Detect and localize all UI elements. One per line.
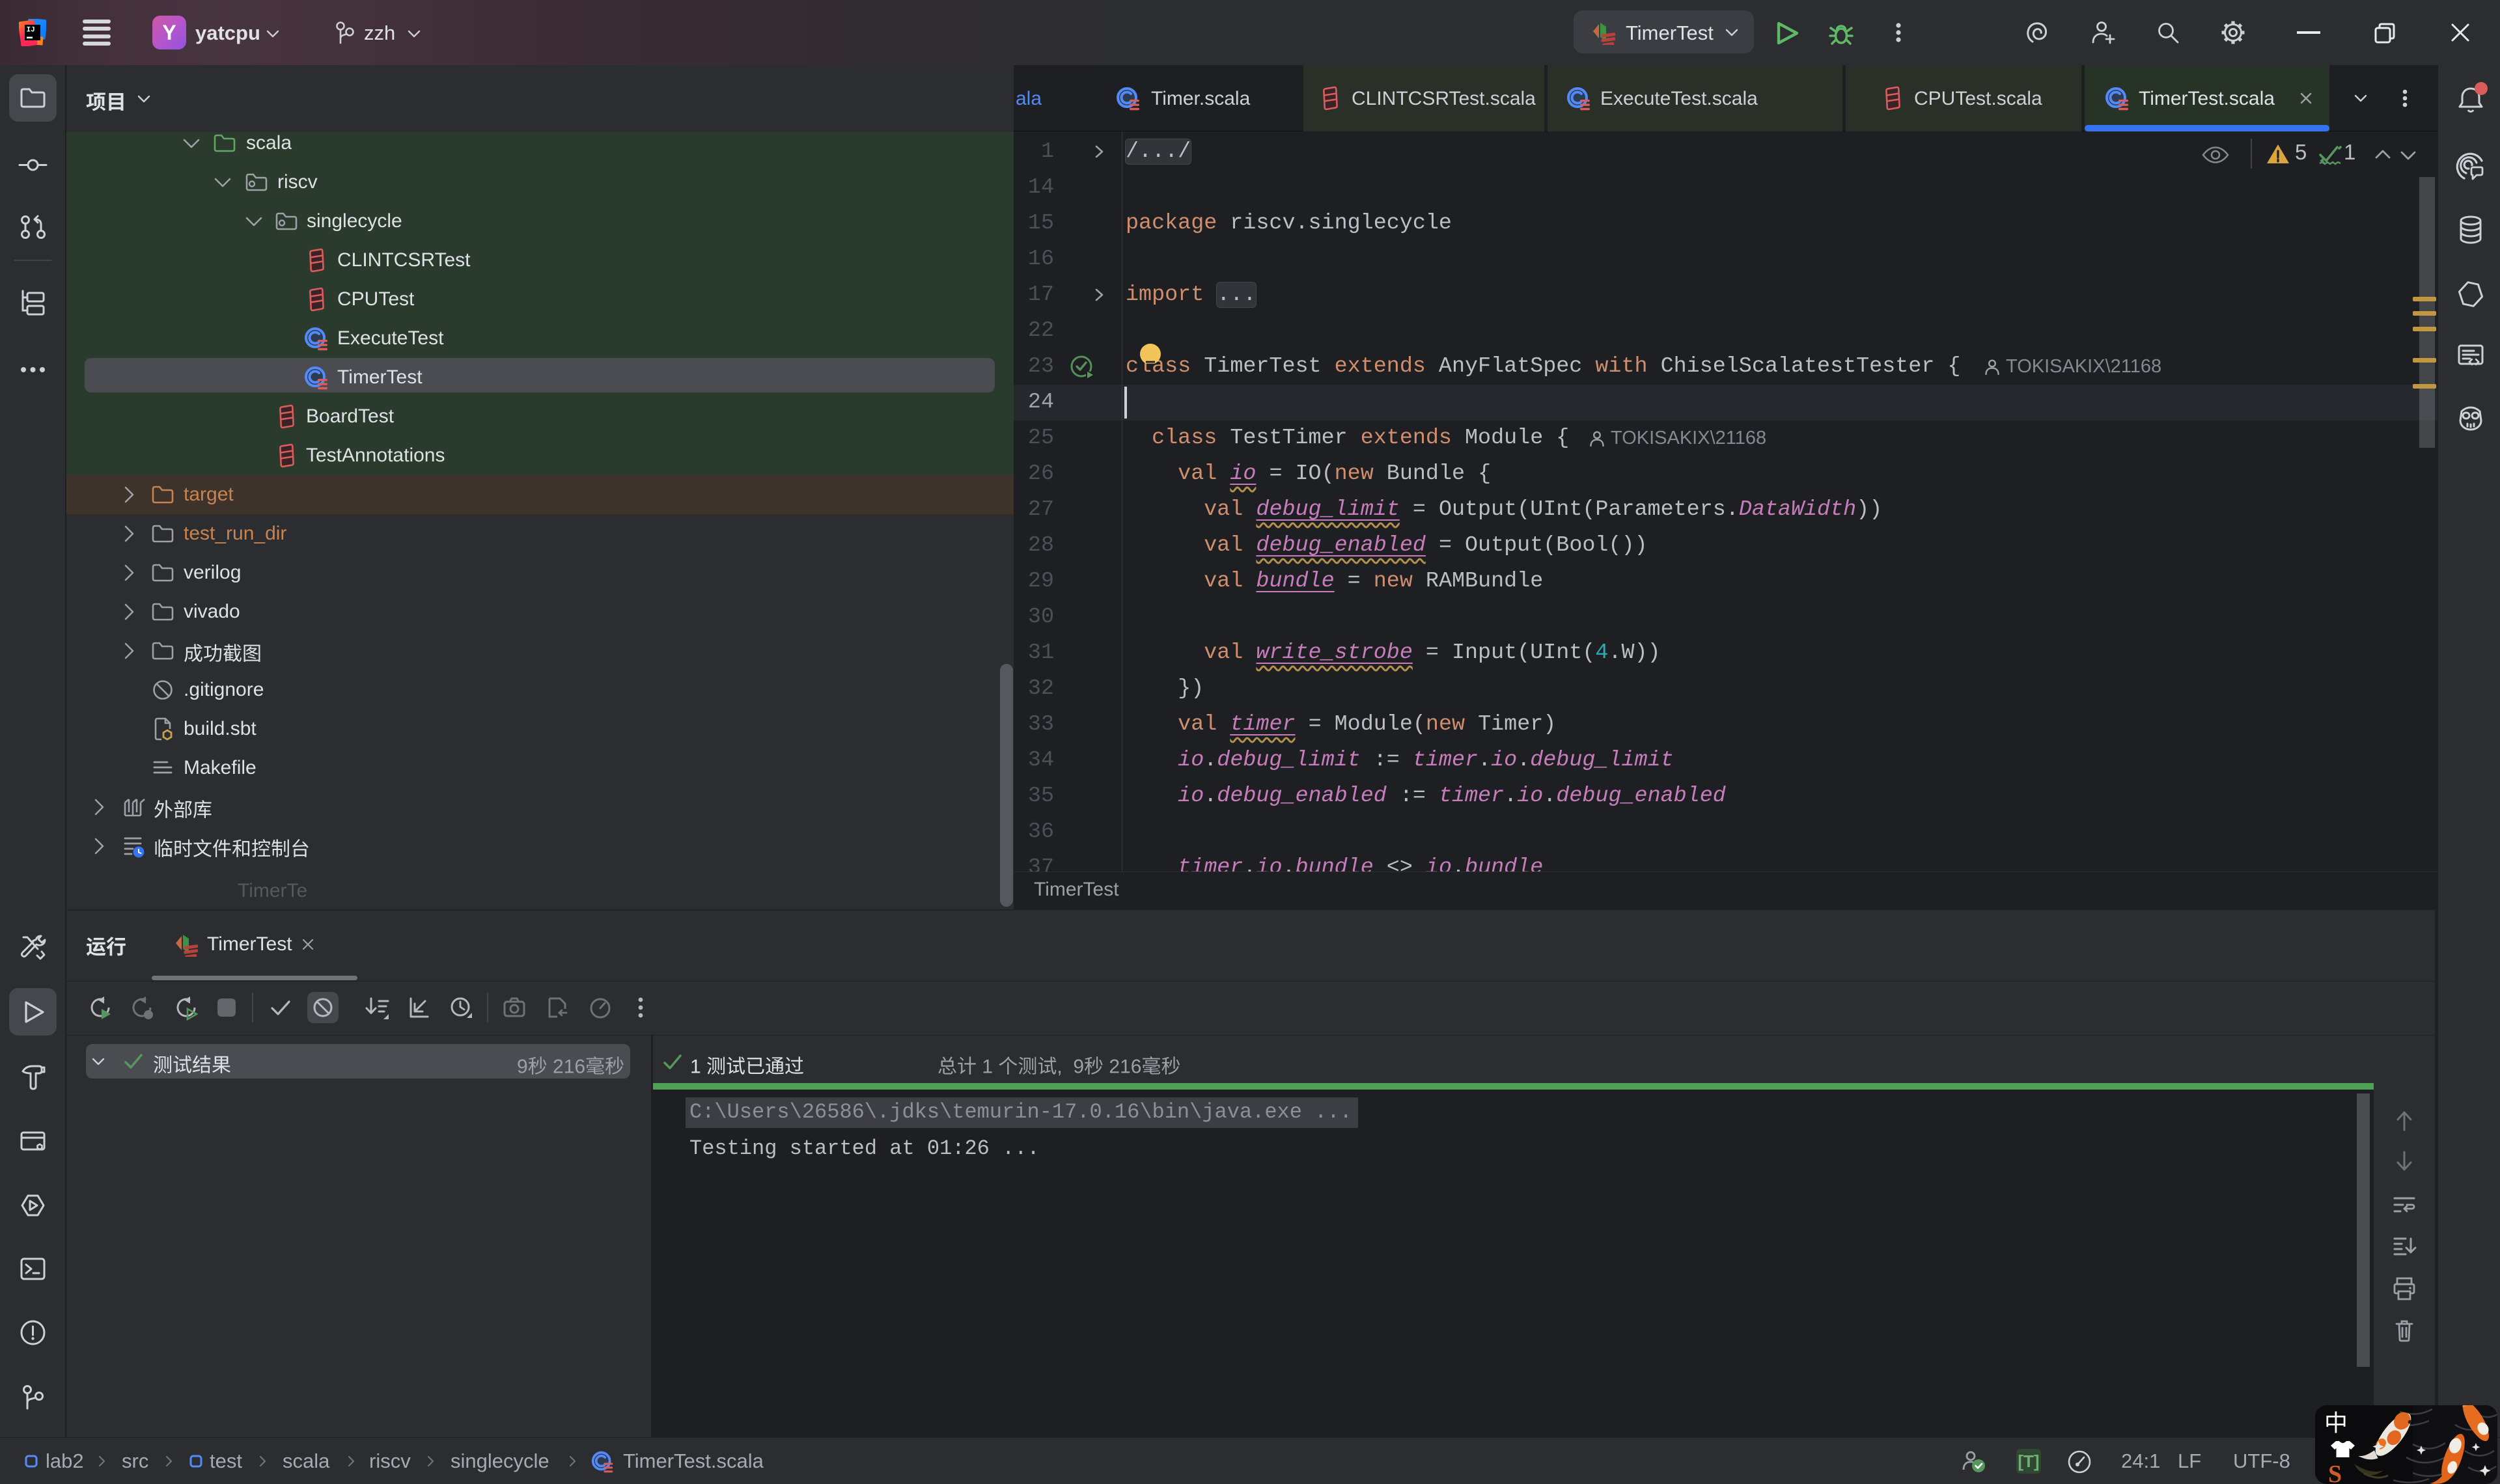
svg-text:IJ: IJ xyxy=(27,27,35,34)
svg-text:S: S xyxy=(2328,1461,2342,1484)
